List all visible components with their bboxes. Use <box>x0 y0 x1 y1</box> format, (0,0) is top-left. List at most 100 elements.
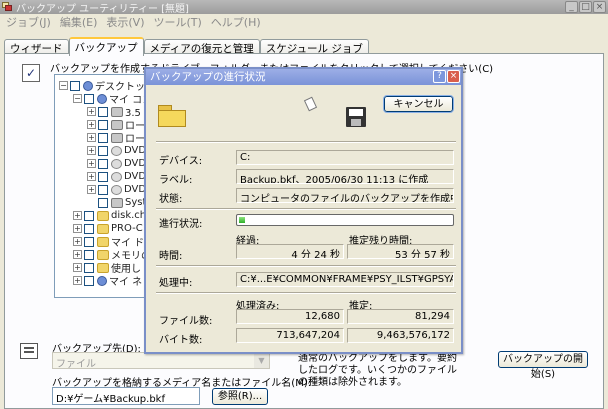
expander-icon[interactable]: + <box>87 107 96 116</box>
tree-item[interactable]: + DVD <box>87 170 146 183</box>
cancel-button[interactable]: キャンセル <box>383 95 454 113</box>
time-label: 時間: <box>159 251 183 262</box>
chevron-down-icon[interactable]: ▼ <box>254 353 269 368</box>
tree-checkbox[interactable] <box>98 145 108 156</box>
desktop-icon <box>83 80 93 91</box>
expander-icon[interactable]: − <box>59 81 68 90</box>
remaining-value: 53 分 57 秒 <box>347 244 454 259</box>
expander-icon[interactable]: + <box>73 276 82 285</box>
dialog-title-bar: バックアップの進行状況 ? × <box>146 69 461 85</box>
close-icon[interactable]: × <box>447 70 460 83</box>
tree-checkbox[interactable] <box>98 197 108 208</box>
start-backup-button[interactable]: バックアップの開始(S) <box>498 351 588 380</box>
computer-icon <box>97 93 107 104</box>
tree-checkbox[interactable] <box>70 80 80 91</box>
browse-button[interactable]: 参照(R)... <box>212 388 268 405</box>
tab-backup[interactable]: バックアップ <box>68 37 144 56</box>
folder-icon <box>97 262 109 273</box>
menu-tools[interactable]: ツール(T) <box>151 14 208 30</box>
folder-icon <box>97 249 109 260</box>
system-state-icon <box>111 197 123 208</box>
status-label: 状態: <box>159 194 183 205</box>
destination-icon <box>20 343 38 359</box>
folder-icon <box>97 223 109 234</box>
expander-icon[interactable]: + <box>87 133 96 142</box>
menu-help[interactable]: ヘルプ(H) <box>209 14 268 30</box>
expander-icon[interactable]: + <box>73 263 82 272</box>
expander-icon[interactable]: + <box>73 211 82 220</box>
disc-icon <box>111 184 122 195</box>
expander-icon[interactable]: + <box>73 250 82 259</box>
tree-item-label: disk.ch <box>111 210 147 221</box>
processing-value: C:¥...E¥COMMON¥FRAME¥PSY_ILST¥GPSYA_13.G… <box>236 272 454 287</box>
tree-item[interactable]: + DVD <box>87 144 146 157</box>
progress-segment <box>239 217 245 223</box>
help-icon[interactable]: ? <box>433 70 446 83</box>
menu-job[interactable]: ジョブ(J) <box>4 14 58 30</box>
window-title: バックアップ ユーティリティー [無題] <box>16 3 189 15</box>
tree-item-label: PRO-C <box>111 223 143 234</box>
tree-checkbox[interactable] <box>84 210 94 221</box>
tree-checkbox[interactable] <box>98 106 108 117</box>
separator <box>156 141 456 143</box>
floppy-disk-icon <box>346 107 366 127</box>
media-filename-input[interactable]: D:¥ゲーム¥Backup.bkf <box>52 387 200 405</box>
folder-icon <box>97 210 109 221</box>
tree-checkbox[interactable] <box>84 236 94 247</box>
status-value: コンピュータのファイルのバックアップを作成中... <box>236 188 454 203</box>
minimize-icon[interactable]: _ <box>565 1 578 13</box>
tree-item[interactable]: + DVD <box>87 157 146 170</box>
separator <box>156 208 456 210</box>
media-label-value: Backup.bkf、2005/06/30 11:13 に作成 <box>236 169 454 184</box>
folder-icon <box>158 103 188 127</box>
destination-value: ファイル <box>56 359 96 370</box>
tree-item[interactable]: + DVD <box>87 183 146 196</box>
tree-checkbox[interactable] <box>84 93 94 104</box>
progress-bar <box>236 214 454 226</box>
expander-icon[interactable]: + <box>87 120 96 129</box>
expander-icon[interactable]: + <box>87 146 96 155</box>
menu-view[interactable]: 表示(V) <box>104 14 151 30</box>
disc-icon <box>111 158 122 169</box>
tree-checkbox[interactable] <box>98 119 108 130</box>
expander-icon[interactable]: + <box>87 172 96 181</box>
tab-strip: ウィザード バックアップ メディアの復元と管理 スケジュール ジョブ <box>4 37 369 56</box>
drive-icon <box>111 106 123 117</box>
checklist-icon <box>22 64 40 82</box>
tree-checkbox[interactable] <box>84 262 94 273</box>
tree-item[interactable]: + disk.ch <box>73 209 146 222</box>
expander-icon[interactable]: + <box>73 237 82 246</box>
menu-edit[interactable]: 編集(E) <box>58 14 105 30</box>
tree-checkbox[interactable] <box>84 275 94 286</box>
tree-item[interactable]: + マイ ネ <box>73 274 143 288</box>
title-bar: バックアップ ユーティリティー [無題] _ □ × <box>0 0 608 15</box>
bytes-estimated: 9,463,576,172 <box>347 328 454 343</box>
files-processed: 12,680 <box>236 309 344 324</box>
media-label-label: ラベル: <box>159 175 193 186</box>
folder-icon <box>97 236 109 247</box>
expander-icon[interactable]: + <box>87 185 96 194</box>
backup-description: 通常のバックアップをします。要約したログです。いくつかのファイルの種類は除外され… <box>298 353 457 388</box>
disc-icon <box>111 171 122 182</box>
tree-checkbox[interactable] <box>84 223 94 234</box>
tree-checkbox[interactable] <box>98 132 108 143</box>
tree-checkbox[interactable] <box>98 184 108 195</box>
tree-checkbox[interactable] <box>98 158 108 169</box>
separator <box>156 292 456 294</box>
processing-label: 処理中: <box>159 278 193 289</box>
elapsed-value: 4 分 24 秒 <box>236 244 344 259</box>
tree-item-label: DVD <box>124 171 147 182</box>
destination-combo[interactable]: ファイル ▼ <box>52 352 270 370</box>
tree-item-label: マイ ネ <box>109 277 143 288</box>
tree-checkbox[interactable] <box>98 171 108 182</box>
maximize-icon[interactable]: □ <box>579 1 592 13</box>
expander-icon[interactable]: + <box>73 224 82 233</box>
backup-app-icon <box>2 2 12 12</box>
files-label: ファイル数: <box>159 316 213 327</box>
close-icon[interactable]: × <box>593 1 606 13</box>
expander-icon[interactable]: − <box>73 94 82 103</box>
expander-icon[interactable]: + <box>87 159 96 168</box>
tree-item-label: DVD <box>124 184 147 195</box>
bytes-label: バイト数: <box>159 335 203 346</box>
tree-checkbox[interactable] <box>84 249 94 260</box>
